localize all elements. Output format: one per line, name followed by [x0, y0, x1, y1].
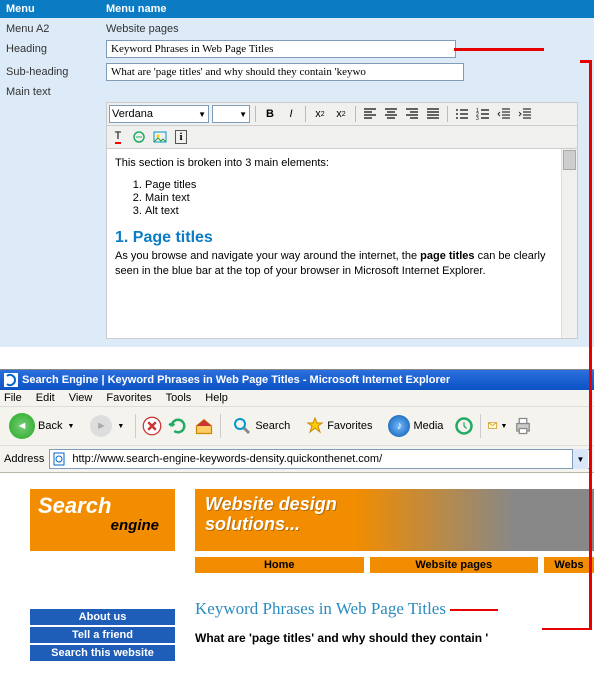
outdent-button[interactable]	[495, 105, 513, 123]
address-bar: Address ▼	[0, 446, 594, 473]
bullet-list-button[interactable]	[453, 105, 471, 123]
url-input[interactable]	[49, 449, 590, 469]
form-header: Menu Menu name	[0, 0, 594, 18]
side-search[interactable]: Search this website	[30, 645, 175, 661]
print-button[interactable]	[513, 416, 533, 436]
text-color-button[interactable]: T	[109, 128, 127, 146]
navbar: ◄ Back▼ ►▼ Search Favorites ♪ Media ▼	[0, 407, 594, 446]
image-button[interactable]	[151, 128, 169, 146]
menu-view[interactable]: View	[69, 392, 93, 404]
tab-home[interactable]: Home	[195, 557, 364, 573]
scroll-thumb[interactable]	[563, 150, 576, 170]
ie-icon	[4, 373, 18, 387]
home-button[interactable]	[194, 416, 214, 436]
editor-heading: 1. Page titles	[115, 229, 569, 247]
tab-partial[interactable]: Webs	[544, 557, 594, 573]
page-icon	[52, 452, 66, 466]
side-menu: About us Tell a friend Search this websi…	[30, 609, 175, 661]
media-icon: ♪	[388, 415, 410, 437]
media-button[interactable]: ♪ Media	[383, 412, 448, 440]
subheading-input[interactable]	[106, 63, 464, 81]
list-item: Alt text	[145, 205, 569, 217]
callout-line	[589, 60, 592, 630]
font-select[interactable]: Verdana▼	[109, 105, 209, 123]
align-left-button[interactable]	[361, 105, 379, 123]
highlight-line	[450, 609, 498, 611]
menu-file[interactable]: File	[4, 392, 22, 404]
editor-content[interactable]: This section is broken into 3 main eleme…	[106, 149, 578, 339]
menu-label: Menu A2	[6, 23, 106, 35]
forward-icon: ►	[90, 415, 112, 437]
menu-edit[interactable]: Edit	[36, 392, 55, 404]
banner: Website design solutions...	[195, 489, 594, 551]
forward-button[interactable]: ►▼	[85, 412, 129, 440]
header-menuname: Menu name	[106, 3, 167, 15]
page-viewport: Search engine About us Tell a friend Sea…	[0, 473, 594, 695]
number-list-button[interactable]: 123	[474, 105, 492, 123]
stop-button[interactable]	[142, 416, 162, 436]
size-select[interactable]: ▼	[212, 105, 250, 123]
rich-text-editor: Verdana▼ ▼ B I x2 x2 123 T i This s	[100, 102, 578, 339]
italic-button[interactable]: I	[282, 105, 300, 123]
highlight-line	[454, 48, 544, 51]
menu-tools[interactable]: Tools	[166, 392, 192, 404]
menu-value: Website pages	[106, 23, 179, 35]
menu-favorites[interactable]: Favorites	[106, 392, 151, 404]
search-icon	[232, 416, 252, 436]
header-menu: Menu	[6, 3, 106, 15]
address-label: Address	[4, 453, 44, 465]
search-button[interactable]: Search	[227, 413, 295, 439]
bold-button[interactable]: B	[261, 105, 279, 123]
refresh-button[interactable]	[168, 416, 188, 436]
editor-intro: This section is broken into 3 main eleme…	[115, 157, 569, 169]
menu-help[interactable]: Help	[205, 392, 228, 404]
back-button[interactable]: ◄ Back▼	[4, 410, 79, 442]
titlebar: Search Engine | Keyword Phrases in Web P…	[0, 370, 594, 390]
side-tellfriend[interactable]: Tell a friend	[30, 627, 175, 643]
svg-text:3: 3	[476, 116, 479, 121]
page-title: Keyword Phrases in Web Page Titles	[195, 599, 594, 619]
tab-pages[interactable]: Website pages	[370, 557, 539, 573]
top-nav: Home Website pages Webs	[195, 557, 594, 573]
side-about[interactable]: About us	[30, 609, 175, 625]
align-justify-button[interactable]	[424, 105, 442, 123]
editor-toolbar-2: T i	[106, 126, 578, 149]
indent-button[interactable]	[516, 105, 534, 123]
star-icon	[306, 417, 324, 435]
link-button[interactable]	[130, 128, 148, 146]
editor-list: Page titles Main text Alt text	[145, 179, 569, 217]
scrollbar[interactable]	[561, 149, 577, 338]
info-button[interactable]: i	[172, 128, 190, 146]
list-item: Main text	[145, 192, 569, 204]
editor-paragraph: As you browse and navigate your way arou…	[115, 249, 569, 279]
menubar: File Edit View Favorites Tools Help	[0, 390, 594, 407]
callout-line	[542, 628, 592, 630]
align-center-button[interactable]	[382, 105, 400, 123]
subscript-button[interactable]: x2	[311, 105, 329, 123]
window-title: Search Engine | Keyword Phrases in Web P…	[22, 374, 450, 386]
callout-line	[580, 60, 592, 63]
heading-label: Heading	[6, 43, 106, 55]
align-right-button[interactable]	[403, 105, 421, 123]
back-icon: ◄	[9, 413, 35, 439]
mail-button[interactable]: ▼	[487, 416, 507, 436]
browser-window: Search Engine | Keyword Phrases in Web P…	[0, 369, 594, 695]
superscript-button[interactable]: x2	[332, 105, 350, 123]
heading-input[interactable]	[106, 40, 456, 58]
list-item: Page titles	[145, 179, 569, 191]
url-dropdown[interactable]: ▼	[572, 449, 588, 469]
page-subheading: What are 'page titles' and why should th…	[195, 631, 594, 645]
history-button[interactable]	[454, 416, 474, 436]
favorites-button[interactable]: Favorites	[301, 414, 377, 438]
editor-toolbar-1: Verdana▼ ▼ B I x2 x2 123	[106, 102, 578, 126]
site-logo: Search engine	[30, 489, 175, 551]
cms-form: Menu Menu name Menu A2 Website pages Hea…	[0, 0, 594, 347]
maintext-label: Main text	[6, 86, 106, 98]
subheading-label: Sub-heading	[6, 66, 106, 78]
